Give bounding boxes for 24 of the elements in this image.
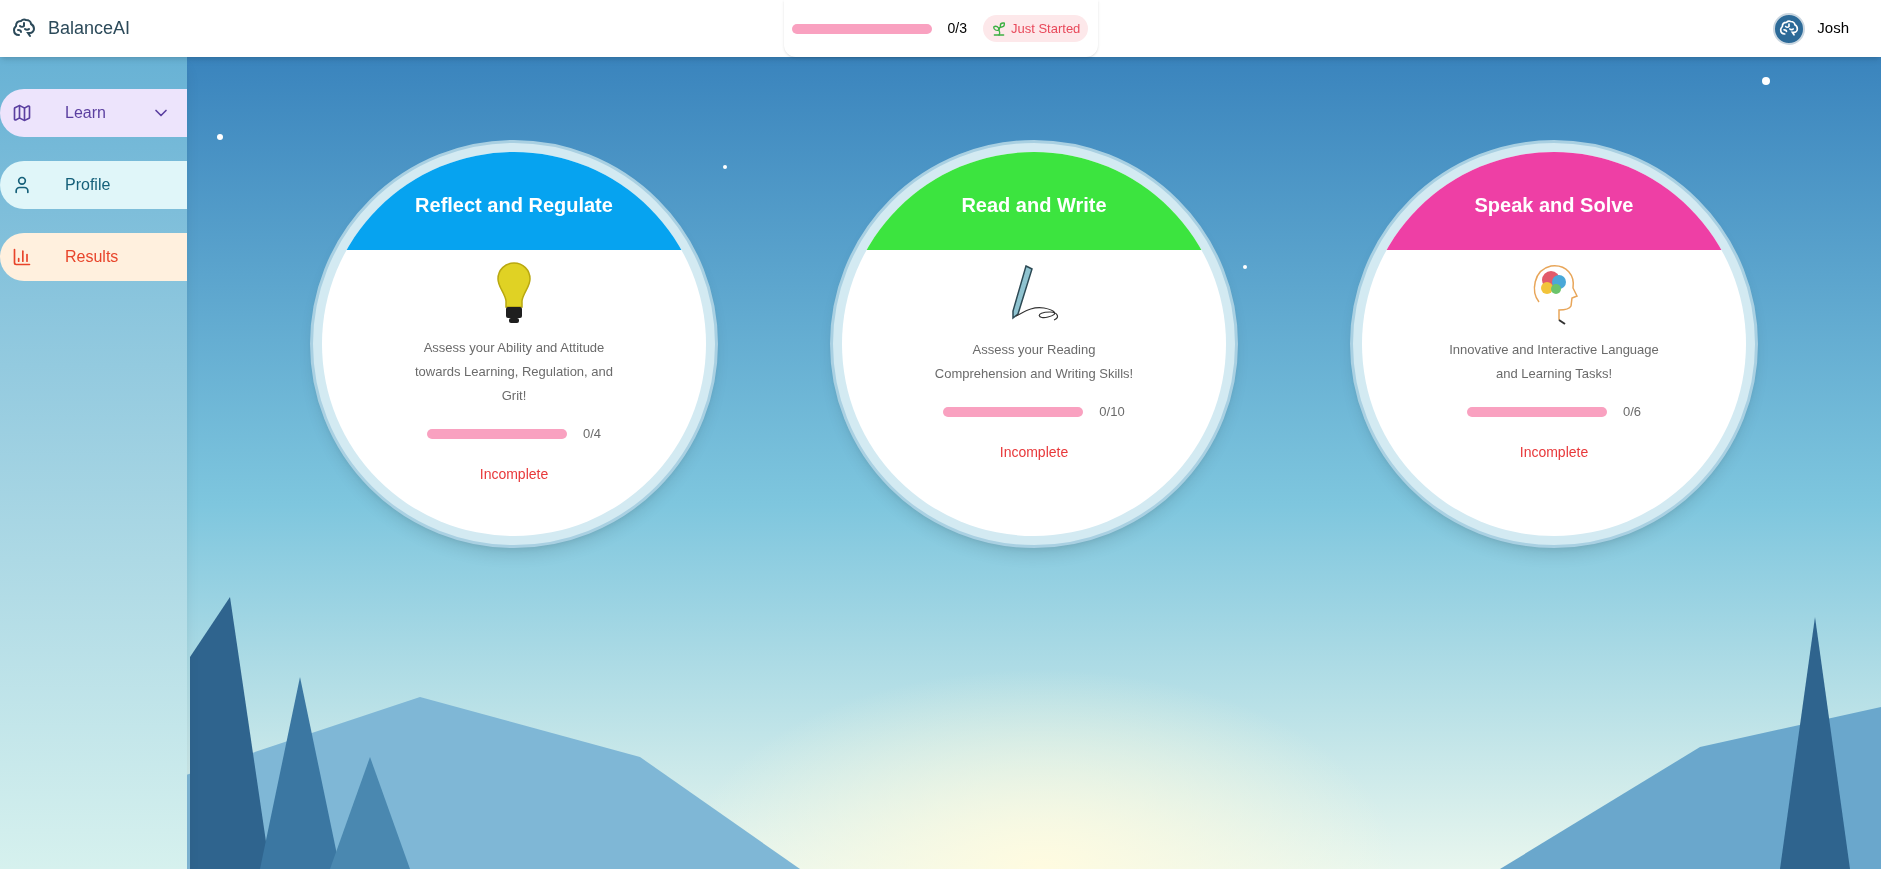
status-text: Incomplete	[479, 464, 549, 484]
status-text: Incomplete	[1519, 442, 1589, 462]
status-badge: Just Started	[982, 14, 1089, 43]
lightbulb-icon	[497, 262, 531, 324]
app-name: BalanceAI	[48, 17, 131, 40]
sprout-icon	[990, 20, 1007, 37]
bar-chart-icon	[12, 247, 32, 267]
module-title: Read and Write	[961, 193, 1107, 218]
sidebar-item[interactable]: Profile	[0, 161, 187, 209]
progress-count: 0/4	[582, 425, 602, 443]
status-text: Incomplete	[999, 442, 1069, 462]
user-name: Josh	[1817, 18, 1849, 39]
module-description: Innovative and Interactive Language and Learning Tasks!	[1448, 341, 1660, 383]
module-title: Speak and Solve	[1474, 193, 1634, 218]
module-description: Assess your Reading Comprehension and Writing Skills!	[933, 341, 1135, 383]
sidebar-item[interactable]: Learn	[0, 89, 187, 137]
progress-count: 0/6	[1622, 403, 1642, 421]
map-icon	[12, 103, 32, 123]
module-title: Reflect and Regulate	[415, 193, 613, 218]
sidebar-item[interactable]: Results	[0, 233, 187, 281]
progress-count: 0/10	[1099, 403, 1125, 421]
progress-count: 0/3	[947, 19, 967, 38]
person-icon	[12, 175, 32, 195]
module-description: Assess your Ability and Attitude towards Learning, Regulation, and Grit!	[414, 339, 614, 405]
